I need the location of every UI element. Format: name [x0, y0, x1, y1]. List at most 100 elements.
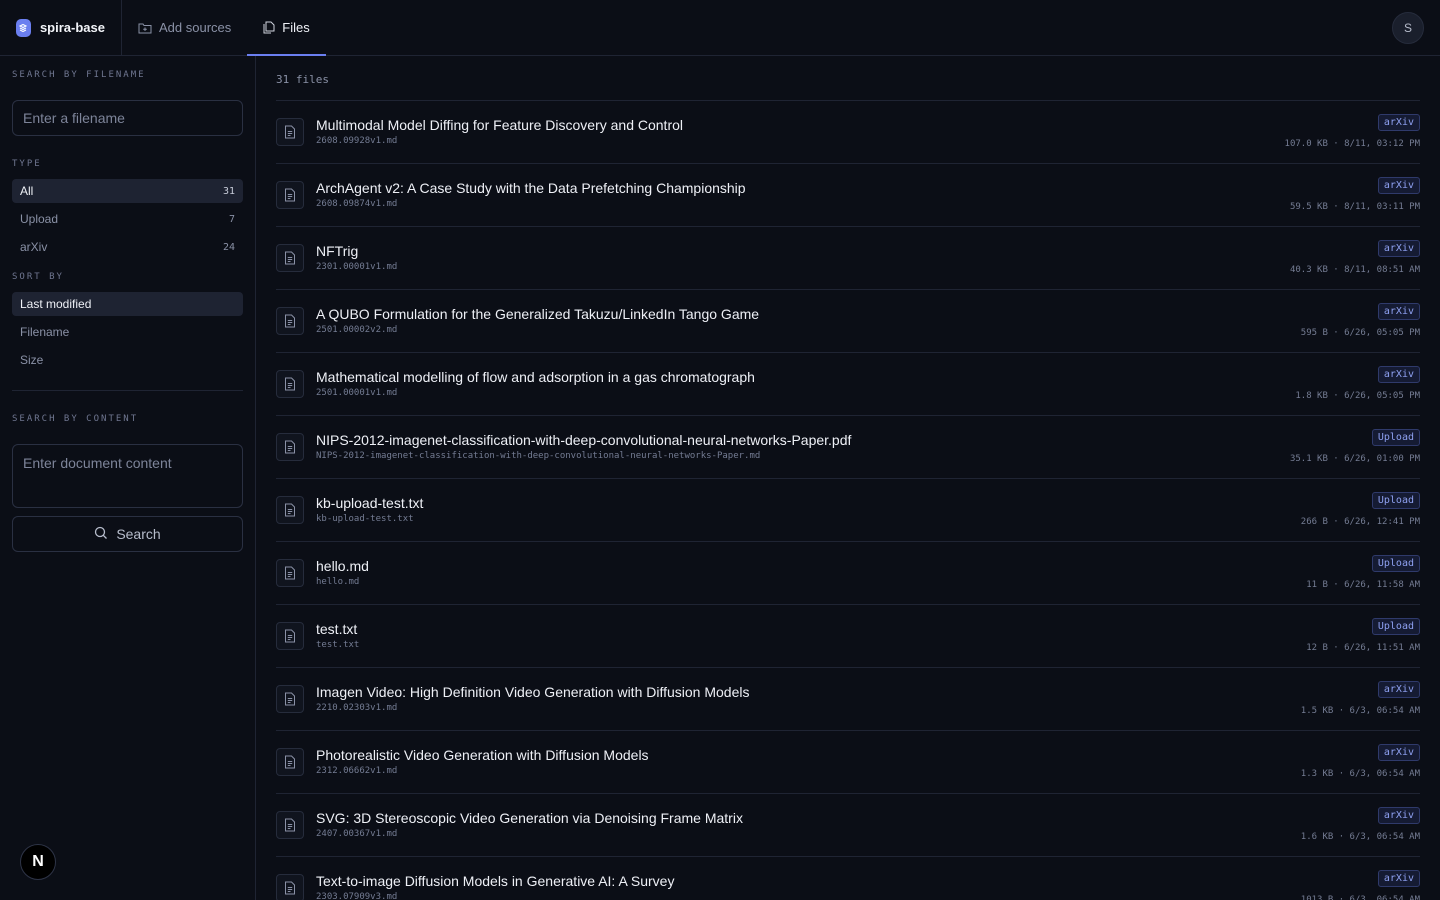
main-content: 31 files Multimodal Model Diffing for Fe…	[276, 56, 1420, 900]
filename-search-input[interactable]: Enter a filename	[12, 100, 243, 136]
source-badge: Upload	[1371, 492, 1420, 509]
type-label: TYPE	[12, 159, 42, 169]
file-row[interactable]: Multimodal Model Diffing for Feature Dis…	[276, 101, 1420, 164]
file-row[interactable]: Imagen Video: High Definition Video Gene…	[276, 668, 1420, 731]
file-row[interactable]: test.txt test.txt Upload 12 B · 6/26, 11:51…	[276, 605, 1420, 668]
file-meta: 595 B · 6/26, 05:05 PM	[1300, 328, 1420, 338]
source-badge: arXiv	[1377, 303, 1420, 320]
app-name: spira-base	[39, 20, 105, 35]
file-title[interactable]: Text-to-image Diffusion Models in Genera…	[316, 873, 674, 889]
tab-add-sources-label: Add sources	[159, 20, 232, 35]
file-title[interactable]: Mathematical modelling of flow and adsor…	[316, 369, 755, 385]
sort-filename[interactable]: Filename	[12, 320, 243, 344]
source-badge: arXiv	[1377, 177, 1420, 194]
brand[interactable]: spira-base	[0, 0, 122, 55]
source-badge: arXiv	[1377, 114, 1420, 131]
file-filename: 2407.00367v1.md	[316, 829, 398, 839]
source-badge: arXiv	[1377, 870, 1420, 887]
type-filter-arxiv[interactable]: arXiv 24	[12, 235, 243, 259]
type-filter-count: 7	[228, 213, 235, 225]
document-icon	[276, 559, 304, 587]
search-button[interactable]: Search	[12, 516, 243, 552]
source-badge: Upload	[1371, 555, 1420, 572]
type-filter-label: arXiv	[20, 240, 48, 254]
sort-label: Size	[20, 353, 44, 367]
avatar[interactable]: S	[1392, 12, 1424, 44]
file-row[interactable]: Text-to-image Diffusion Models in Genera…	[276, 857, 1420, 900]
file-row[interactable]: A QUBO Formulation for the Generalized T…	[276, 290, 1420, 353]
file-meta: 107.0 KB · 8/11, 03:12 PM	[1284, 139, 1420, 149]
file-meta: 1.5 KB · 6/3, 06:54 AM	[1300, 706, 1420, 716]
file-title[interactable]: ArchAgent v2: A Case Study with the Data…	[316, 180, 746, 196]
file-title[interactable]: Multimodal Model Diffing for Feature Dis…	[316, 117, 683, 133]
source-badge: Upload	[1371, 429, 1420, 446]
file-list: Multimodal Model Diffing for Feature Dis…	[276, 100, 1420, 900]
file-filename: 2303.07909v3.md	[316, 892, 398, 900]
document-icon	[276, 244, 304, 272]
file-row[interactable]: SVG: 3D Stereoscopic Video Generation vi…	[276, 794, 1420, 857]
file-title[interactable]: SVG: 3D Stereoscopic Video Generation vi…	[316, 810, 743, 826]
search-by-content-label: SEARCH BY CONTENT	[12, 414, 139, 424]
tab-files[interactable]: Files	[247, 0, 327, 56]
file-filename: kb-upload-test.txt	[316, 514, 414, 524]
folder-plus-icon	[138, 22, 152, 34]
document-icon	[276, 370, 304, 398]
type-filter-list: All 31 Upload 7 arXiv 24	[12, 179, 243, 259]
file-title[interactable]: hello.md	[316, 558, 369, 574]
file-row[interactable]: Photorealistic Video Generation with Dif…	[276, 731, 1420, 794]
sort-last-modified[interactable]: Last modified	[12, 292, 243, 316]
source-badge: arXiv	[1377, 681, 1420, 698]
file-row[interactable]: hello.md hello.md Upload 11 B · 6/26, 11:58…	[276, 542, 1420, 605]
file-title[interactable]: A QUBO Formulation for the Generalized T…	[316, 306, 759, 322]
file-title[interactable]: kb-upload-test.txt	[316, 495, 423, 511]
sort-size[interactable]: Size	[12, 348, 243, 372]
document-icon	[276, 496, 304, 524]
file-filename: 2301.00001v1.md	[316, 262, 398, 272]
document-icon	[276, 433, 304, 461]
document-icon	[276, 748, 304, 776]
logo-icon	[16, 18, 31, 37]
content-search-textarea[interactable]: Enter document content	[12, 444, 243, 508]
file-title[interactable]: Imagen Video: High Definition Video Gene…	[316, 684, 749, 700]
top-bar: spira-base Add sources Files S	[0, 0, 1440, 56]
n-badge[interactable]: N	[20, 844, 56, 880]
file-meta: 1.3 KB · 6/3, 06:54 AM	[1300, 769, 1420, 779]
type-filter-label: All	[20, 184, 34, 198]
document-icon	[276, 874, 304, 900]
file-row[interactable]: ArchAgent v2: A Case Study with the Data…	[276, 164, 1420, 227]
search-by-filename-label: SEARCH BY FILENAME	[12, 70, 146, 80]
sort-label: Filename	[20, 325, 70, 339]
file-filename: 2210.02303v1.md	[316, 703, 398, 713]
file-meta: 12 B · 6/26, 11:51 AM	[1306, 643, 1420, 653]
file-title[interactable]: NFTrig	[316, 243, 358, 259]
type-filter-all[interactable]: All 31	[12, 179, 243, 203]
file-meta: 59.5 KB · 8/11, 03:11 PM	[1289, 202, 1420, 212]
file-row[interactable]: NFTrig 2301.00001v1.md arXiv 40.3 KB · 8/11…	[276, 227, 1420, 290]
file-row[interactable]: kb-upload-test.txt kb-upload-test.txt Uplo…	[276, 479, 1420, 542]
type-filter-upload[interactable]: Upload 7	[12, 207, 243, 231]
file-meta: 1.6 KB · 6/3, 06:54 AM	[1300, 832, 1420, 842]
sort-list: Last modified Filename Size	[12, 292, 243, 372]
file-filename: 2608.09874v1.md	[316, 199, 398, 209]
search-icon	[94, 526, 108, 543]
tab-add-sources[interactable]: Add sources	[122, 0, 247, 55]
sidebar-divider	[12, 390, 243, 391]
file-meta: 35.1 KB · 6/26, 01:00 PM	[1289, 454, 1420, 464]
file-row[interactable]: NIPS-2012-imagenet-classification-with-d…	[276, 416, 1420, 479]
type-filter-label: Upload	[20, 212, 59, 226]
file-title[interactable]: test.txt	[316, 621, 357, 637]
file-filename: 2608.09928v1.md	[316, 136, 398, 146]
file-meta: 40.3 KB · 8/11, 08:51 AM	[1289, 265, 1420, 275]
file-title[interactable]: NIPS-2012-imagenet-classification-with-d…	[316, 432, 851, 448]
sort-label: Last modified	[20, 297, 92, 311]
file-meta: 1.8 KB · 6/26, 05:05 PM	[1295, 391, 1420, 401]
file-filename: 2501.00002v2.md	[316, 325, 398, 335]
file-filename: 2312.06662v1.md	[316, 766, 398, 776]
file-filename: 2501.00001v1.md	[316, 388, 398, 398]
file-meta: 11 B · 6/26, 11:58 AM	[1306, 580, 1420, 590]
sort-by-label: SORT BY	[12, 272, 64, 282]
file-title[interactable]: Photorealistic Video Generation with Dif…	[316, 747, 649, 763]
file-count: 31 files	[276, 73, 329, 86]
tab-files-label: Files	[282, 20, 310, 35]
file-row[interactable]: Mathematical modelling of flow and adsor…	[276, 353, 1420, 416]
